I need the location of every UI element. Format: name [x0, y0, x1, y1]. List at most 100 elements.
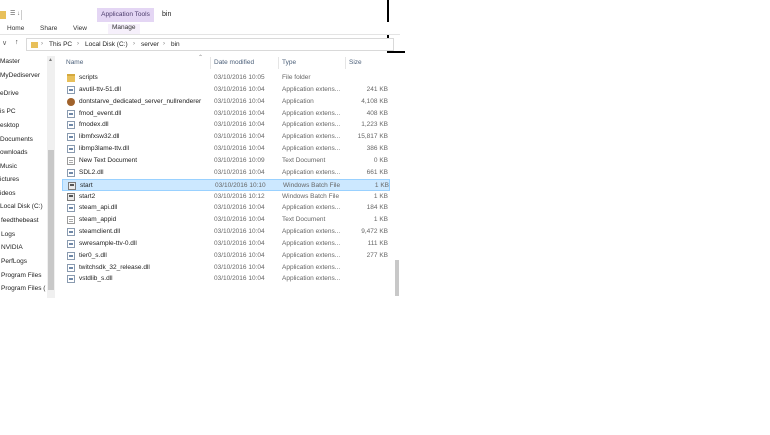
file-type: Application extens... [282, 251, 341, 259]
tab-view[interactable]: View [73, 25, 87, 32]
sidebar-item[interactable]: MyDediserver [0, 72, 40, 84]
table-row[interactable]: New Text Document 03/10/2016 10:09 Text Do… [62, 155, 390, 167]
file-type: Application extens... [282, 275, 341, 283]
sidebar-item[interactable]: Program Files [1, 272, 41, 284]
file-size: 1 KB [374, 181, 389, 189]
file-date: 03/10/2016 10:04 [214, 204, 265, 212]
sidebar-item-pictures[interactable]: ictures [0, 176, 19, 188]
breadcrumb-bin[interactable]: bin [171, 41, 180, 48]
file-name: steam_appid [79, 216, 117, 224]
tab-home[interactable]: Home [7, 25, 24, 32]
column-divider[interactable] [345, 57, 346, 69]
column-header-date[interactable]: Date modified [214, 59, 254, 66]
breadcrumb-this-pc[interactable]: This PC [49, 41, 72, 48]
address-row: ∨ ↑ › This PC › Local Disk (C:) › server… [0, 37, 400, 52]
sidebar-item[interactable]: Master [0, 58, 20, 70]
table-row[interactable]: start 03/10/2016 10:10 Windows Batch File 1… [62, 178, 390, 191]
dll-file-icon [67, 228, 75, 237]
navigation-pane: Master MyDediserver eDrive is PC esktop … [0, 56, 47, 298]
file-name: libmp3lame-ttv.dll [79, 145, 130, 153]
table-row[interactable]: steam_api.dll 03/10/2016 10:04 Application… [62, 202, 390, 214]
file-name: scripts [79, 74, 98, 81]
dll-file-icon [67, 204, 75, 213]
sidebar-scroll-thumb[interactable] [48, 150, 54, 290]
sidebar-item-downloads[interactable]: ownloads [0, 149, 27, 161]
file-type: Application extens... [282, 263, 341, 271]
file-size: 0 KB [373, 156, 388, 164]
up-arrow-icon[interactable]: ↑ [15, 39, 19, 46]
table-row[interactable]: avutil-ttv-51.dll 03/10/2016 10:04 Applica… [62, 84, 390, 96]
table-row[interactable]: twitchsdk_32_release.dll 03/10/2016 10:04… [62, 262, 390, 274]
file-date: 03/10/2016 10:04 [214, 251, 265, 259]
file-date: 03/10/2016 10:04 [214, 263, 265, 271]
tab-share[interactable]: Share [40, 25, 57, 32]
table-row[interactable]: scripts 03/10/2016 10:05 File folder [62, 72, 390, 84]
file-type: Application extens... [282, 168, 341, 176]
scroll-up-icon[interactable]: ▲ [48, 57, 53, 63]
table-row[interactable]: swresample-ttv-0.dll 03/10/2016 10:04 Appl… [62, 238, 390, 250]
sidebar-item[interactable]: Program Files ( [1, 285, 45, 297]
table-row[interactable]: libmp3lame-ttv.dll 03/10/2016 10:04 Applic… [62, 143, 390, 155]
table-row[interactable]: vstdlib_s.dll 03/10/2016 10:04 Application… [62, 273, 390, 285]
file-size: 386 KB [366, 145, 388, 153]
table-row[interactable]: start2 03/10/2016 10:12 Windows Batch File… [62, 191, 390, 203]
sidebar-item-videos[interactable]: ideos [0, 190, 16, 202]
table-row[interactable]: fmod_event.dll 03/10/2016 10:04 Applicatio… [62, 108, 390, 120]
file-list-scroll-thumb[interactable] [395, 260, 399, 296]
window-title: bin [162, 11, 172, 18]
column-header-name[interactable]: Name [66, 59, 83, 66]
sidebar-item-onedrive[interactable]: eDrive [0, 90, 19, 102]
table-row[interactable]: tier0_s.dll 03/10/2016 10:04 Application e… [62, 250, 390, 262]
application-tools-tab[interactable]: Application Tools [97, 8, 154, 22]
table-row[interactable]: steamclient.dll 03/10/2016 10:04 Applicati… [62, 226, 390, 238]
dll-file-icon [67, 121, 75, 130]
file-size: 4,108 KB [361, 97, 388, 105]
file-size: 277 KB [366, 251, 388, 259]
file-type: Application [282, 97, 314, 105]
address-bar[interactable]: › This PC › Local Disk (C:) › server › b… [26, 38, 394, 51]
folder-icon [67, 74, 75, 82]
table-row[interactable]: dontstarve_dedicated_server_nullrenderer… [62, 96, 390, 108]
sidebar-item[interactable]: Logs [1, 231, 15, 243]
column-header-size[interactable]: Size [349, 59, 362, 66]
folder-icon [31, 42, 38, 48]
sidebar-item[interactable]: PerfLogs [1, 258, 27, 270]
file-type: Application extens... [282, 133, 341, 141]
sidebar-item-local-disk[interactable]: Local Disk (C:) [0, 203, 43, 215]
file-date: 03/10/2016 10:05 [214, 74, 265, 81]
breadcrumb-separator: › [163, 41, 165, 47]
file-name: SDL2.dll [79, 168, 104, 176]
dll-file-icon [67, 109, 75, 118]
sidebar-item[interactable]: NVIDIA [1, 244, 23, 256]
sidebar-item-this-pc[interactable]: is PC [0, 108, 16, 120]
table-row[interactable]: libmfxsw32.dll 03/10/2016 10:04 Applicatio… [62, 131, 390, 143]
file-name: dontstarve_dedicated_server_nullrenderer [79, 97, 202, 105]
file-name: tier0_s.dll [79, 251, 107, 259]
file-size: 15,817 KB [357, 133, 388, 141]
breadcrumb-server[interactable]: server [141, 41, 159, 48]
file-name: start [80, 181, 93, 189]
table-row[interactable]: steam_appid 03/10/2016 10:04 Text Document… [62, 214, 390, 226]
sidebar-item-music[interactable]: Music [0, 163, 17, 175]
sidebar-item-documents[interactable]: Documents [0, 136, 33, 148]
sidebar-item-desktop[interactable]: esktop [0, 122, 19, 134]
sidebar-item[interactable]: feedthebeast [1, 217, 39, 229]
column-divider[interactable] [278, 57, 279, 69]
file-name: fmod_event.dll [79, 109, 122, 117]
file-date: 03/10/2016 10:04 [214, 168, 265, 176]
column-header-type[interactable]: Type [282, 59, 296, 66]
file-name: start2 [79, 192, 96, 200]
table-row[interactable]: fmodex.dll 03/10/2016 10:04 Application ex… [62, 119, 390, 131]
file-type: Application extens... [282, 228, 341, 236]
table-row[interactable]: SDL2.dll 03/10/2016 10:04 Application exte… [62, 167, 390, 179]
breadcrumb-separator: › [133, 41, 135, 47]
file-size: 661 KB [366, 168, 388, 176]
recent-locations-icon[interactable]: ∨ [2, 39, 7, 47]
breadcrumb-local-disk[interactable]: Local Disk (C:) [85, 41, 128, 48]
tab-manage[interactable]: Manage [108, 24, 140, 34]
dll-file-icon [67, 239, 75, 248]
dll-file-icon [67, 85, 75, 94]
column-divider[interactable] [210, 57, 211, 69]
quick-access-toolbar[interactable]: ☰ ↓ [10, 10, 20, 17]
file-date: 03/10/2016 10:04 [214, 275, 265, 283]
